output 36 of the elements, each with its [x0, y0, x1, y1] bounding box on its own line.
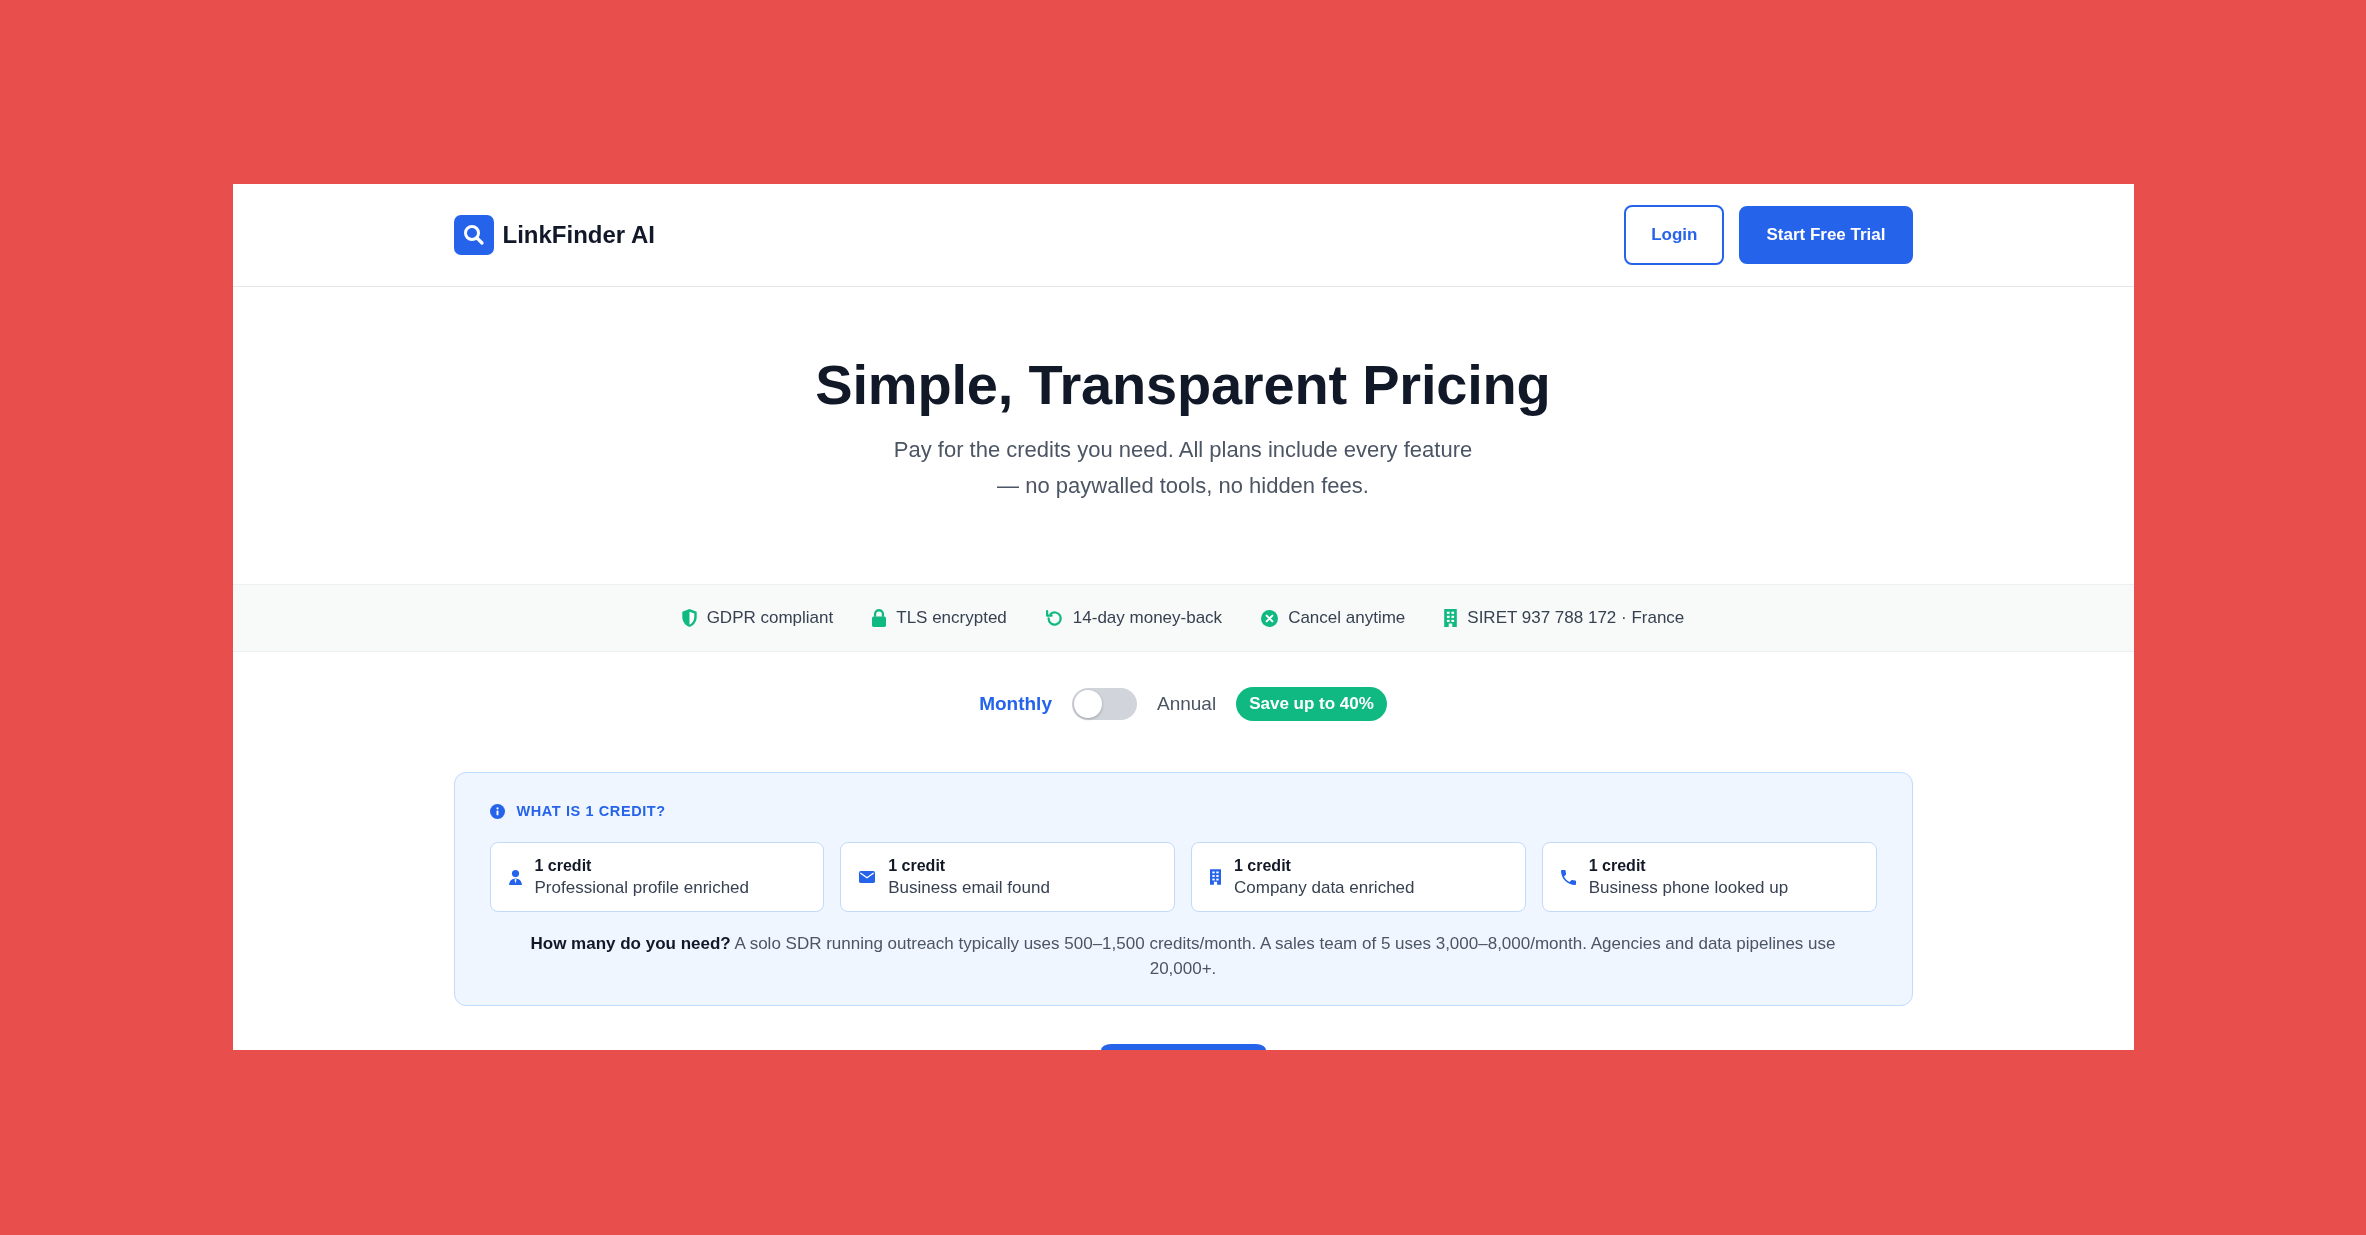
login-button[interactable]: Login — [1624, 205, 1725, 265]
shield-icon — [681, 609, 697, 627]
hero-subtitle: Pay for the credits you need. All plans include every feature — no paywalled tools, no hidden fees. — [892, 436, 1474, 500]
credit-description: Company data enriched — [1234, 877, 1415, 899]
trust-label: Cancel anytime — [1288, 608, 1406, 628]
lock-icon — [872, 609, 887, 627]
credit-description: Business email found — [888, 877, 1050, 899]
trust-label: SIRET 937 788 172 · France — [1467, 608, 1685, 628]
info-icon — [489, 803, 505, 819]
usage-note: How many do you need? A solo SDR running outreach typically uses 500–1,500 credits/month. A sales team of 5 uses 3,000–8,000/month. Agencies and data pipelines use 20,000+. — [529, 933, 1837, 980]
phone-icon — [1560, 869, 1576, 885]
brand-name: LinkFinder AI — [502, 221, 655, 249]
credit-description: Business phone looked up — [1588, 877, 1789, 899]
trust-label: TLS encrypted — [896, 608, 1007, 628]
credit-amount: 1 credit — [888, 856, 947, 876]
rotate-arrow-icon — [1045, 609, 1063, 627]
discount-badge: Save up to 40% — [1236, 687, 1387, 721]
credit-description: Professional profile enriched — [534, 877, 749, 899]
cut-off-button[interactable] — [1100, 1044, 1266, 1050]
person-icon — [508, 869, 522, 885]
panel-heading: WHAT IS 1 CREDIT? — [516, 803, 666, 819]
hero-title: Simple, Transparent Pricing — [815, 352, 1551, 418]
credit-amount: 1 credit — [1234, 856, 1292, 876]
credit-amount: 1 credit — [1588, 856, 1647, 876]
building-icon — [1210, 869, 1221, 885]
trust-label: GDPR compliant — [706, 608, 834, 628]
building-icon — [1444, 609, 1458, 627]
billing-period-label: Monthly — [979, 693, 1052, 715]
billing-period-label: Annual — [1156, 693, 1217, 715]
credit-amount: 1 credit — [534, 856, 593, 876]
billing-toggle[interactable] — [1071, 688, 1137, 720]
trust-label: 14-day money-back — [1072, 608, 1223, 628]
search-icon — [453, 215, 494, 255]
envelope-icon — [859, 871, 876, 883]
start-trial-button[interactable]: Start Free Trial — [1739, 206, 1913, 264]
x-circle-icon — [1261, 609, 1279, 627]
